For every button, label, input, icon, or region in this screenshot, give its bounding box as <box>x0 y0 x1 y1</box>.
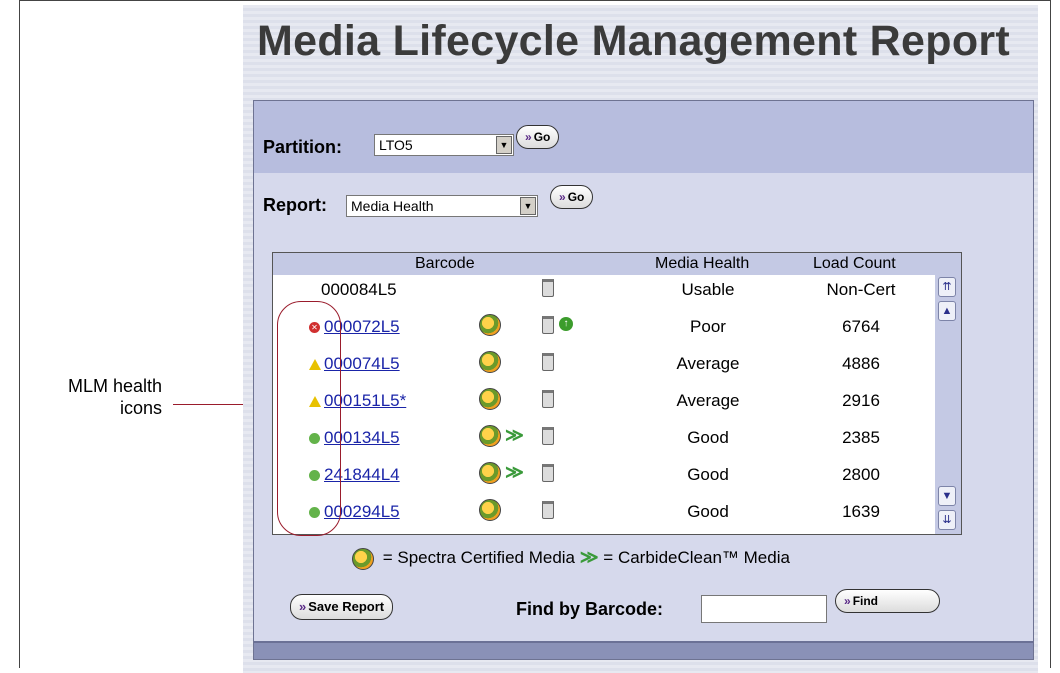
spectra-certified-icon <box>479 499 501 521</box>
partition-select[interactable]: LTO5 ▼ <box>374 134 514 156</box>
report-label: Report: <box>263 195 327 215</box>
media-health-table: Barcode Media Health Load Count 000084L5… <box>272 252 962 535</box>
spectra-certified-icon <box>479 388 501 410</box>
panel-header <box>254 101 1033 173</box>
double-chevron-right-icon: » <box>559 190 566 204</box>
table-row: 000294L5 Good 1639 <box>273 497 961 529</box>
spectra-certified-icon <box>479 351 501 373</box>
page-title: Media Lifecycle Management Report <box>257 17 1011 65</box>
scroll-up-icon[interactable]: ▲ <box>938 301 956 321</box>
report-go-label: Go <box>567 190 585 204</box>
spectra-certified-icon <box>479 425 501 447</box>
table-row: ✕ 000072L5 ↑ Poor 6764 <box>273 312 961 344</box>
icon-legend: = Spectra Certified Media ≫ = CarbideCle… <box>352 547 790 570</box>
chevron-down-icon[interactable]: ▼ <box>496 136 512 154</box>
chevron-down-icon[interactable]: ▼ <box>520 197 536 215</box>
spectra-certified-icon <box>352 547 374 570</box>
media-health-cell: Good <box>687 465 729 484</box>
media-health-cell: Poor <box>690 317 726 336</box>
partition-go-label: Go <box>533 130 551 144</box>
legend-certified-text: = Spectra Certified Media <box>378 548 580 567</box>
find-button[interactable]: » Find <box>835 589 940 613</box>
report-page: Media Lifecycle Management Report Partit… <box>243 5 1038 673</box>
load-count-cell: Non-Cert <box>826 280 896 299</box>
media-health-cell: Usable <box>681 280 735 299</box>
table-row: 000151L5* Average 2916 <box>273 386 961 418</box>
trash-icon[interactable] <box>542 279 554 297</box>
callout-highlight <box>277 301 341 536</box>
column-barcode: Barcode <box>415 255 475 272</box>
partition-go-button[interactable]: » Go <box>516 125 560 149</box>
trash-icon[interactable] <box>542 427 554 445</box>
find-by-barcode-label: Find by Barcode: <box>516 599 664 619</box>
double-chevron-right-icon: » <box>299 599 307 614</box>
column-media-health: Media Health <box>655 255 750 272</box>
trash-icon[interactable] <box>542 316 554 334</box>
barcode-cell: 000084L5 <box>321 280 397 299</box>
table-header: Barcode Media Health Load Count <box>273 253 961 275</box>
trash-icon[interactable] <box>542 464 554 482</box>
double-chevron-right-icon: » <box>525 130 532 144</box>
table-row: 000074L5 Average 4886 <box>273 349 961 381</box>
load-count-cell: 6764 <box>842 317 880 336</box>
carbideclean-icon: ≫ <box>579 547 599 567</box>
carbideclean-icon: ≫ <box>505 425 524 445</box>
media-health-cell: Good <box>687 428 729 447</box>
media-health-cell: Average <box>676 354 740 373</box>
scroll-top-icon[interactable]: ⇈ <box>938 277 956 297</box>
media-health-cell: Average <box>676 391 740 410</box>
trash-icon[interactable] <box>542 501 554 519</box>
report-select-value: Media Health <box>351 198 434 214</box>
column-load-count: Load Count <box>813 255 896 272</box>
media-health-cell: Good <box>687 502 729 521</box>
scroll-bottom-icon[interactable]: ⇊ <box>938 510 956 530</box>
spectra-certified-icon <box>479 314 501 336</box>
upgrade-icon: ↑ <box>559 317 573 331</box>
load-count-cell: 2916 <box>842 391 880 410</box>
report-go-button[interactable]: » Go <box>550 185 594 209</box>
trash-icon[interactable] <box>542 353 554 371</box>
load-count-cell: 2385 <box>842 428 880 447</box>
trash-icon[interactable] <box>542 390 554 408</box>
carbideclean-icon: ≫ <box>505 462 524 482</box>
load-count-cell: 4886 <box>842 354 880 373</box>
table-row: 000134L5 ≫ Good 2385 <box>273 423 961 455</box>
double-chevron-right-icon: » <box>844 594 851 608</box>
find-barcode-input[interactable] <box>701 595 827 623</box>
partition-label: Partition: <box>263 137 342 157</box>
save-report-label: Save Report <box>308 599 385 614</box>
scroll-down-icon[interactable]: ▼ <box>938 486 956 506</box>
report-panel: Partition: LTO5 ▼ » Go Report: Media Heal… <box>253 100 1034 660</box>
load-count-cell: 2800 <box>842 465 880 484</box>
table-row: 241844L4 ≫ Good 2800 <box>273 460 961 492</box>
partition-select-value: LTO5 <box>379 137 413 153</box>
panel-footer-bar <box>254 641 1033 659</box>
load-count-cell: 1639 <box>842 502 880 521</box>
legend-carbideclean-text: = CarbideClean™ Media <box>598 548 790 567</box>
spectra-certified-icon <box>479 462 501 484</box>
table-scrollbar[interactable]: ⇈ ▲ ▼ ⇊ <box>935 275 961 534</box>
save-report-button[interactable]: » Save Report <box>290 594 394 620</box>
table-row: 000084L5 Usable Non-Cert <box>273 275 961 307</box>
report-select[interactable]: Media Health ▼ <box>346 195 538 217</box>
callout-label: MLM health icons <box>67 376 162 418</box>
find-label: Find <box>852 594 879 608</box>
